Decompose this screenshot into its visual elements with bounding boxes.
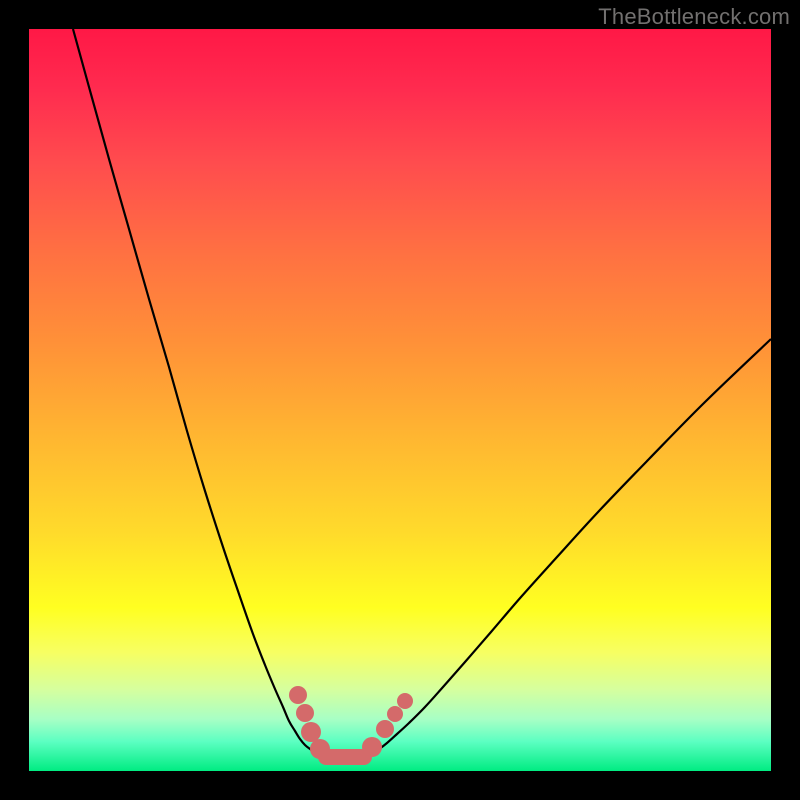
marker-dot — [397, 693, 413, 709]
bottleneck-curve — [29, 29, 771, 771]
marker-dot — [387, 706, 403, 722]
curve-right — [364, 339, 771, 757]
marker-dot — [301, 722, 321, 742]
watermark-text: TheBottleneck.com — [598, 4, 790, 30]
marker-dot — [296, 704, 314, 722]
marker-dot — [289, 686, 307, 704]
curve-left — [73, 29, 326, 757]
marker-dot — [362, 737, 382, 757]
marker-dot — [376, 720, 394, 738]
marker-dot — [310, 739, 330, 759]
chart-area — [29, 29, 771, 771]
